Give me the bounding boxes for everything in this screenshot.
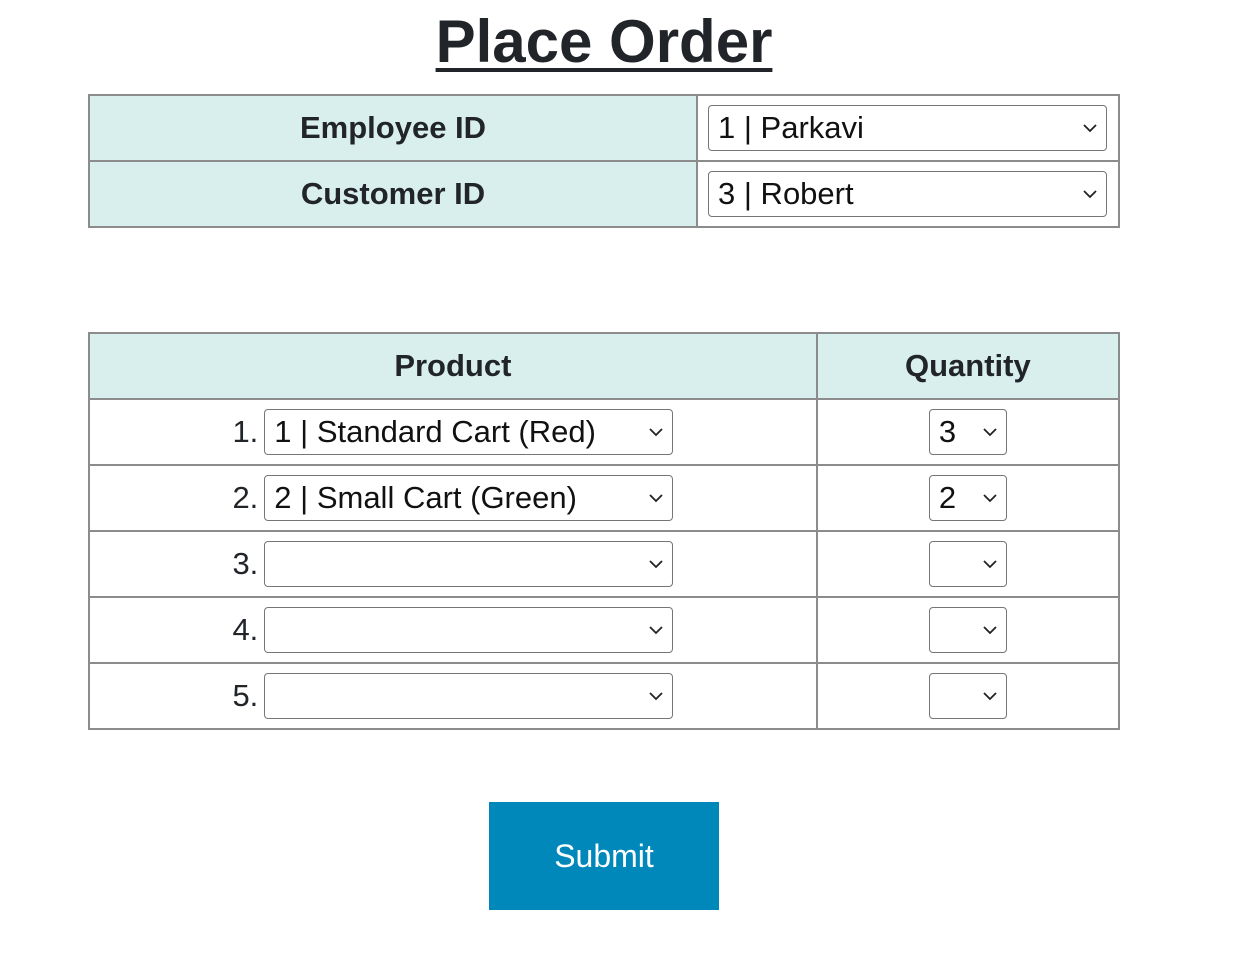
employee-id-value: 1 | Parkavi	[718, 110, 864, 145]
customer-id-cell: 3 | Robert	[696, 160, 1120, 228]
row-number: 4.	[232, 612, 259, 647]
order-info-table: Employee ID 1 | Parkavi Customer ID 3 | …	[87, 94, 1120, 228]
chevron-down-icon	[649, 494, 663, 503]
product-select-2[interactable]: 2 | Small Cart (Green)	[264, 475, 674, 521]
employee-id-label: Employee ID	[87, 94, 699, 162]
table-row: 3.	[88, 530, 1121, 598]
customer-id-select[interactable]: 3 | Robert	[708, 171, 1108, 217]
product-cell: 2. 2 | Small Cart (Green)	[88, 464, 818, 532]
quantity-value: 2	[938, 480, 957, 515]
product-cell: 4.	[88, 596, 818, 664]
chevron-down-icon	[649, 428, 663, 437]
customer-row: Customer ID 3 | Robert	[87, 160, 1120, 228]
chevron-down-icon	[983, 560, 997, 569]
customer-id-label: Customer ID	[87, 160, 699, 228]
quantity-column-header: Quantity	[815, 332, 1121, 400]
employee-id-select[interactable]: 1 | Parkavi	[708, 105, 1108, 151]
product-column-header: Product	[88, 332, 818, 400]
product-cell: 5.	[88, 662, 818, 730]
place-order-page: Place Order Employee ID 1 | Parkavi Cust…	[0, 0, 1254, 958]
chevron-down-icon	[1083, 124, 1097, 133]
quantity-cell	[815, 596, 1121, 664]
chevron-down-icon	[649, 626, 663, 635]
quantity-select-3[interactable]	[928, 541, 1007, 587]
products-header-row: Product Quantity	[88, 332, 1121, 400]
product-select-5[interactable]	[264, 673, 674, 719]
product-cell: 1. 1 | Standard Cart (Red)	[88, 398, 818, 466]
product-value: 1 | Standard Cart (Red)	[274, 414, 596, 449]
quantity-cell: 3	[815, 398, 1121, 466]
chevron-down-icon	[983, 494, 997, 503]
products-table: Product Quantity 1. 1 | Standard Cart (R…	[88, 332, 1121, 730]
submit-button[interactable]: Submit	[489, 802, 719, 910]
quantity-select-4[interactable]	[928, 607, 1007, 653]
chevron-down-icon	[983, 692, 997, 701]
chevron-down-icon	[649, 692, 663, 701]
chevron-down-icon	[1083, 190, 1097, 199]
quantity-cell	[815, 662, 1121, 730]
chevron-down-icon	[649, 560, 663, 569]
quantity-cell: 2	[815, 464, 1121, 532]
table-row: 2. 2 | Small Cart (Green) 2	[88, 464, 1121, 532]
quantity-select-2[interactable]: 2	[928, 475, 1007, 521]
employee-id-cell: 1 | Parkavi	[696, 94, 1120, 162]
table-row: 5.	[88, 662, 1121, 730]
table-row: 1. 1 | Standard Cart (Red) 3	[88, 398, 1121, 466]
quantity-select-5[interactable]	[928, 673, 1007, 719]
product-select-1[interactable]: 1 | Standard Cart (Red)	[264, 409, 674, 455]
quantity-cell	[815, 530, 1121, 598]
quantity-value: 3	[938, 414, 957, 449]
employee-row: Employee ID 1 | Parkavi	[87, 94, 1120, 162]
chevron-down-icon	[983, 428, 997, 437]
row-number: 5.	[232, 678, 259, 713]
quantity-select-1[interactable]: 3	[928, 409, 1007, 455]
product-cell: 3.	[88, 530, 818, 598]
row-number: 3.	[232, 546, 259, 581]
product-value: 2 | Small Cart (Green)	[274, 480, 577, 515]
product-select-4[interactable]	[264, 607, 674, 653]
customer-id-value: 3 | Robert	[718, 176, 854, 211]
row-number: 1.	[232, 414, 259, 449]
table-row: 4.	[88, 596, 1121, 664]
chevron-down-icon	[983, 626, 997, 635]
page-title: Place Order	[435, 8, 773, 75]
product-select-3[interactable]	[264, 541, 674, 587]
row-number: 2.	[232, 480, 259, 515]
